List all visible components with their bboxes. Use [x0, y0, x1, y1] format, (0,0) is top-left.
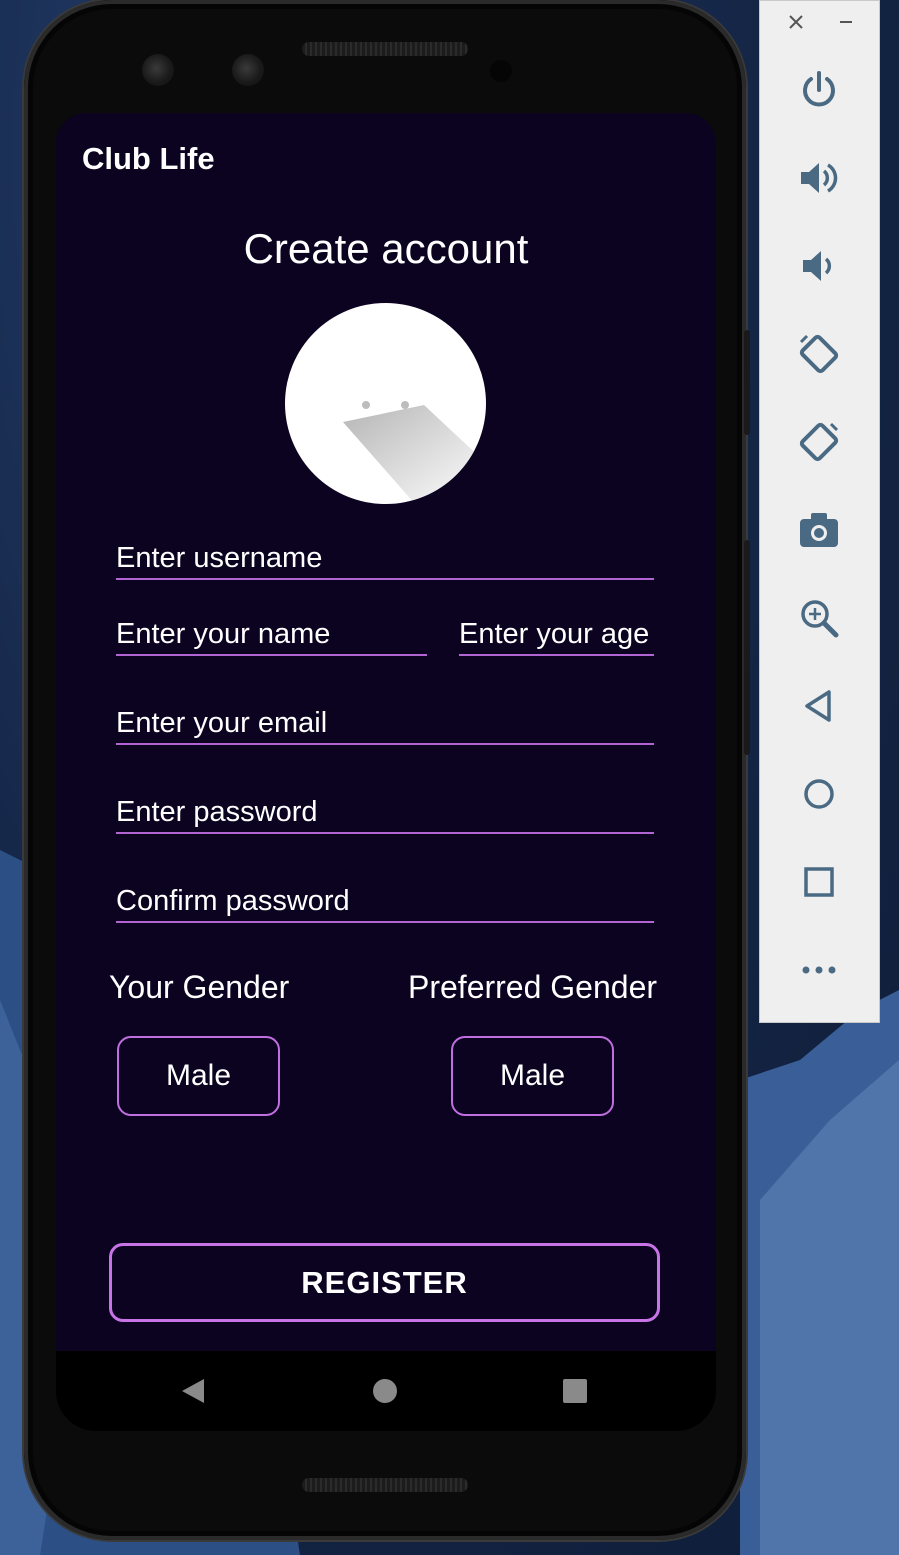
- confirm-password-input[interactable]: [116, 881, 654, 921]
- name-input[interactable]: [116, 614, 427, 654]
- more-button[interactable]: [790, 941, 848, 999]
- back-icon: [182, 1379, 204, 1403]
- recents-icon: [563, 1379, 587, 1403]
- rotate-right-icon: [799, 422, 839, 462]
- home-button[interactable]: [790, 765, 848, 823]
- username-field[interactable]: [116, 538, 654, 580]
- zoom-button[interactable]: [790, 589, 848, 647]
- proximity-sensor: [490, 60, 512, 82]
- earpiece-speaker: [302, 42, 468, 56]
- close-icon: [789, 15, 803, 29]
- system-nav-bar: [56, 1351, 716, 1431]
- minimize-icon: [840, 21, 852, 23]
- preferred-gender-button[interactable]: Male: [451, 1036, 614, 1116]
- name-field[interactable]: [116, 614, 427, 656]
- minimize-window-button[interactable]: [834, 11, 858, 39]
- volume-up-button[interactable]: [790, 149, 848, 207]
- power-icon: [803, 71, 835, 107]
- your-gender-button[interactable]: Male: [117, 1036, 280, 1116]
- age-field[interactable]: [459, 614, 654, 656]
- register-button[interactable]: REGISTER: [109, 1243, 660, 1322]
- power-button[interactable]: [790, 61, 848, 119]
- rotate-left-button[interactable]: [790, 325, 848, 383]
- app-title: Club Life: [82, 141, 215, 176]
- phone-power-button: [744, 330, 750, 435]
- page-title: Create account: [243, 225, 529, 272]
- front-camera-icon: [142, 54, 174, 86]
- password-input[interactable]: [116, 792, 654, 832]
- rotate-right-button[interactable]: [790, 413, 848, 471]
- app-screen: Club Life Create account Your Gender: [56, 113, 716, 1431]
- zoom-icon: [801, 600, 839, 638]
- volume-down-button[interactable]: [790, 237, 848, 295]
- volume-up-icon: [801, 163, 838, 193]
- preferred-gender-label: Preferred Gender: [408, 969, 658, 1005]
- screenshot-button[interactable]: [790, 501, 848, 559]
- nav-back-button[interactable]: [153, 1351, 233, 1431]
- volume-down-icon: [803, 251, 832, 281]
- age-input[interactable]: [459, 614, 654, 654]
- confirm-password-field[interactable]: [116, 881, 654, 923]
- emulator-toolbar: [759, 0, 880, 1023]
- phone-volume-button: [744, 540, 750, 755]
- nav-recents-button[interactable]: [535, 1351, 615, 1431]
- back-button[interactable]: [790, 677, 848, 735]
- nav-home-button[interactable]: [345, 1351, 425, 1431]
- camera-icon: [800, 513, 838, 547]
- profile-photo-button[interactable]: [285, 303, 486, 504]
- home-icon: [373, 1379, 397, 1403]
- back-icon: [805, 690, 831, 722]
- overview-button[interactable]: [790, 853, 848, 911]
- email-input[interactable]: [116, 703, 654, 743]
- password-field[interactable]: [116, 792, 654, 834]
- more-icon: [802, 966, 836, 974]
- front-camera-icon: [232, 54, 264, 86]
- your-gender-label: Your Gender: [109, 969, 290, 1005]
- bottom-speaker: [302, 1478, 468, 1492]
- username-input[interactable]: [116, 538, 654, 578]
- close-window-button[interactable]: [784, 11, 808, 39]
- home-icon: [804, 779, 834, 809]
- email-field[interactable]: [116, 703, 654, 745]
- image-placeholder-icon: [343, 401, 486, 504]
- rotate-left-icon: [799, 334, 839, 374]
- overview-icon: [804, 867, 834, 897]
